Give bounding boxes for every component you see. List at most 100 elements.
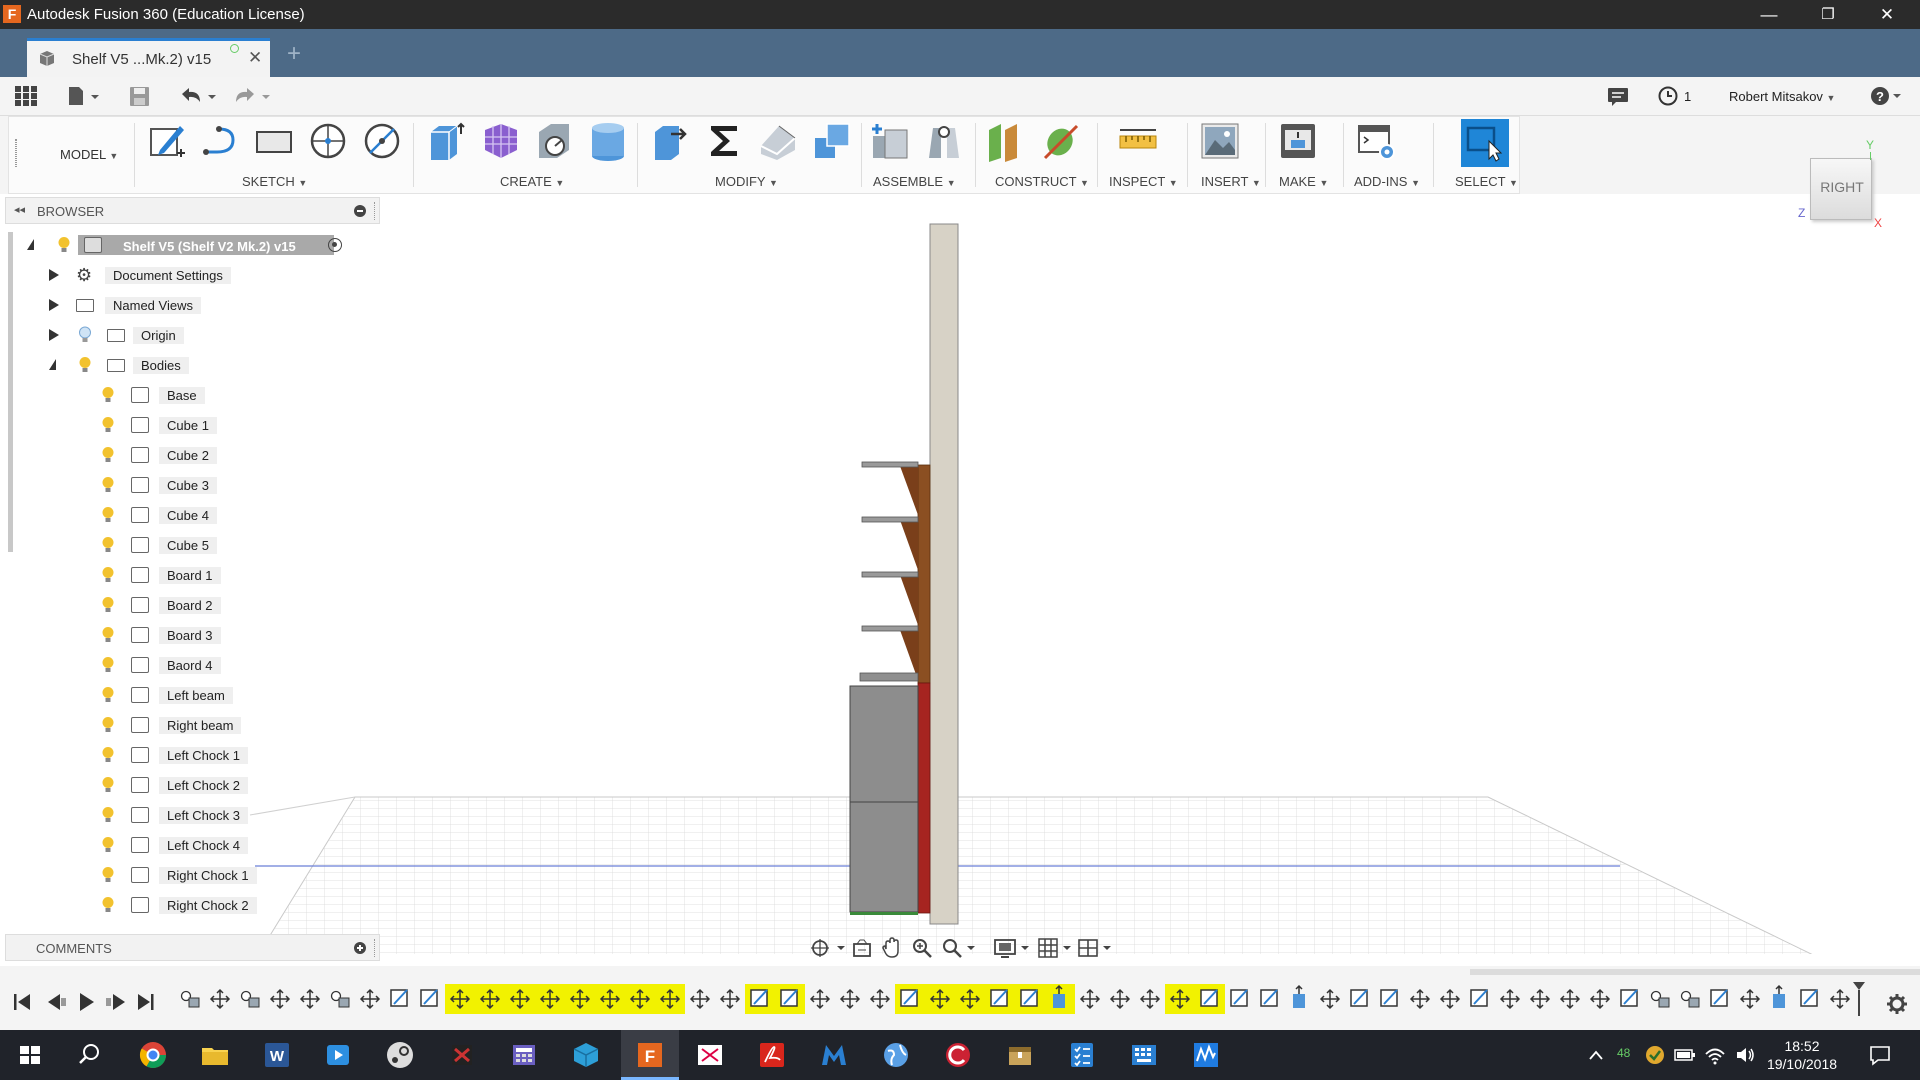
visibility-bulb-icon[interactable] xyxy=(101,446,115,464)
ccleaner-icon[interactable] xyxy=(942,1039,974,1071)
save-icon[interactable] xyxy=(128,85,152,107)
cube-body[interactable] xyxy=(849,685,919,803)
tree-item-body[interactable]: Board 3 xyxy=(95,623,355,647)
timeline-feature-icon[interactable] xyxy=(1529,988,1551,1010)
timeline-feature-icon[interactable] xyxy=(330,990,350,1008)
timeline-feature-icon[interactable] xyxy=(775,984,805,1014)
tree-item-body[interactable]: Cube 5 xyxy=(95,533,355,557)
board-body[interactable] xyxy=(861,571,919,578)
measure-icon[interactable] xyxy=(1117,120,1159,162)
timeline-feature-icon[interactable] xyxy=(299,988,321,1010)
snipping-tool-icon[interactable] xyxy=(694,1039,726,1071)
action-center-icon[interactable] xyxy=(1868,1044,1892,1066)
visibility-bulb-icon[interactable] xyxy=(101,776,115,794)
tree-item-body[interactable]: Right Chock 2 xyxy=(95,893,355,917)
chock-body[interactable] xyxy=(900,630,918,680)
timeline-feature-icon[interactable] xyxy=(809,988,831,1010)
wifi-icon[interactable] xyxy=(1704,1044,1726,1066)
timeline-feature-icon[interactable] xyxy=(925,984,955,1014)
side-panel-body[interactable] xyxy=(929,223,959,925)
timeline-feature-icon[interactable] xyxy=(1620,989,1638,1007)
visibility-bulb-icon[interactable] xyxy=(101,626,115,644)
tree-item-body[interactable]: Cube 3 xyxy=(95,473,355,497)
timeline-feature-icon[interactable] xyxy=(1380,989,1398,1007)
timeline-feature-icon[interactable] xyxy=(1015,984,1045,1014)
timeline-feature-icon[interactable] xyxy=(595,984,625,1014)
timeline-feature-icon[interactable] xyxy=(1045,984,1075,1014)
axis-through-cylinder-icon[interactable] xyxy=(1039,120,1081,162)
tree-item-body[interactable]: Board 2 xyxy=(95,593,355,617)
tree-item-body[interactable]: Cube 2 xyxy=(95,443,355,467)
job-status-clock-icon[interactable] xyxy=(1656,85,1680,107)
timeline-feature-icon[interactable] xyxy=(1293,984,1305,1008)
look-at-icon[interactable] xyxy=(851,938,873,958)
steam-icon[interactable] xyxy=(384,1039,416,1071)
sketch-menu[interactable]: SKETCH ▼ xyxy=(242,174,307,189)
viewports-icon[interactable] xyxy=(1077,937,1113,959)
visibility-bulb-icon[interactable] xyxy=(101,746,115,764)
visibility-bulb-icon[interactable] xyxy=(101,536,115,554)
board-body[interactable] xyxy=(861,516,919,523)
tree-item-body[interactable]: Baord 4 xyxy=(95,653,355,677)
calculator-app-icon[interactable] xyxy=(508,1039,540,1071)
visibility-bulb-icon[interactable] xyxy=(101,866,115,884)
collapse-triangle-icon[interactable] xyxy=(49,359,56,370)
system-clock[interactable]: 18:52 19/10/2018 xyxy=(1762,1037,1842,1073)
tree-root-row[interactable]: Shelf V5 (Shelf V2 Mk.2) v15 xyxy=(20,233,360,257)
inspect-menu[interactable]: INSPECT ▼ xyxy=(1109,174,1178,189)
sketch-arc-icon[interactable] xyxy=(361,120,403,162)
cube-body[interactable] xyxy=(849,801,919,913)
undo-icon[interactable] xyxy=(178,85,218,107)
file-explorer-icon[interactable] xyxy=(199,1039,231,1071)
select-menu[interactable]: SELECT ▼ xyxy=(1455,174,1518,189)
data-panel-grid-icon[interactable] xyxy=(14,85,38,107)
go-to-end-icon[interactable] xyxy=(138,994,154,1010)
visibility-bulb-icon[interactable] xyxy=(101,386,115,404)
audio-app-icon[interactable] xyxy=(1190,1039,1222,1071)
timeline-feature-icon[interactable] xyxy=(1773,984,1785,1008)
timeline-scrollbar[interactable] xyxy=(1470,969,1920,975)
sum-compute-icon[interactable] xyxy=(703,120,745,162)
beam-lower-body[interactable] xyxy=(917,682,931,914)
new-component-icon[interactable] xyxy=(869,120,911,162)
volume-icon[interactable] xyxy=(1734,1044,1756,1066)
insert-canvas-icon[interactable] xyxy=(1199,120,1241,162)
visibility-bulb-icon[interactable] xyxy=(101,806,115,824)
timeline-feature-icon[interactable] xyxy=(745,984,775,1014)
timeline-feature-icon[interactable] xyxy=(1739,988,1761,1010)
media-player-icon[interactable] xyxy=(322,1039,354,1071)
browser-pin-grip[interactable] xyxy=(374,202,377,220)
timeline-feature-icon[interactable] xyxy=(955,984,985,1014)
timeline-feature-icon[interactable] xyxy=(869,988,891,1010)
browser-scrollbar[interactable] xyxy=(8,232,13,552)
step-forward-icon[interactable] xyxy=(106,994,125,1010)
file-menu-icon[interactable] xyxy=(65,85,101,107)
insert-menu[interactable]: INSERT ▼ xyxy=(1201,174,1261,189)
timeline-feature-icon[interactable] xyxy=(180,990,200,1008)
timeline-feature-icon[interactable] xyxy=(565,984,595,1014)
3d-print-icon[interactable] xyxy=(1277,120,1319,162)
visibility-bulb-icon[interactable] xyxy=(101,896,115,914)
beam-body[interactable] xyxy=(917,464,931,684)
timeline-feature-icon[interactable] xyxy=(359,988,381,1010)
tree-item-body[interactable]: Left beam xyxy=(95,683,355,707)
make-menu[interactable]: MAKE ▼ xyxy=(1279,174,1328,189)
chock-body[interactable] xyxy=(900,466,918,515)
modify-menu[interactable]: MODIFY ▼ xyxy=(715,174,778,189)
timeline-feature-icon[interactable] xyxy=(625,984,655,1014)
timeline-settings-gear-icon[interactable] xyxy=(1886,993,1908,1015)
browser-minimize-icon[interactable] xyxy=(354,205,366,217)
new-tab-button[interactable]: + xyxy=(282,42,306,67)
search-icon[interactable] xyxy=(73,1039,105,1071)
select-tool-button[interactable] xyxy=(1461,119,1509,167)
timeline-feature-icon[interactable] xyxy=(1589,988,1611,1010)
keyboard-app-icon[interactable] xyxy=(1128,1039,1160,1071)
timeline-feature-icon[interactable] xyxy=(839,988,861,1010)
chrome-icon[interactable] xyxy=(137,1039,169,1071)
comments-pin-grip[interactable] xyxy=(374,939,377,957)
pan-hand-icon[interactable] xyxy=(881,937,903,959)
board-body[interactable] xyxy=(861,461,919,468)
sketch-line-icon[interactable] xyxy=(199,120,241,162)
go-to-start-icon[interactable] xyxy=(14,994,30,1010)
timeline-feature-icon[interactable] xyxy=(689,988,711,1010)
